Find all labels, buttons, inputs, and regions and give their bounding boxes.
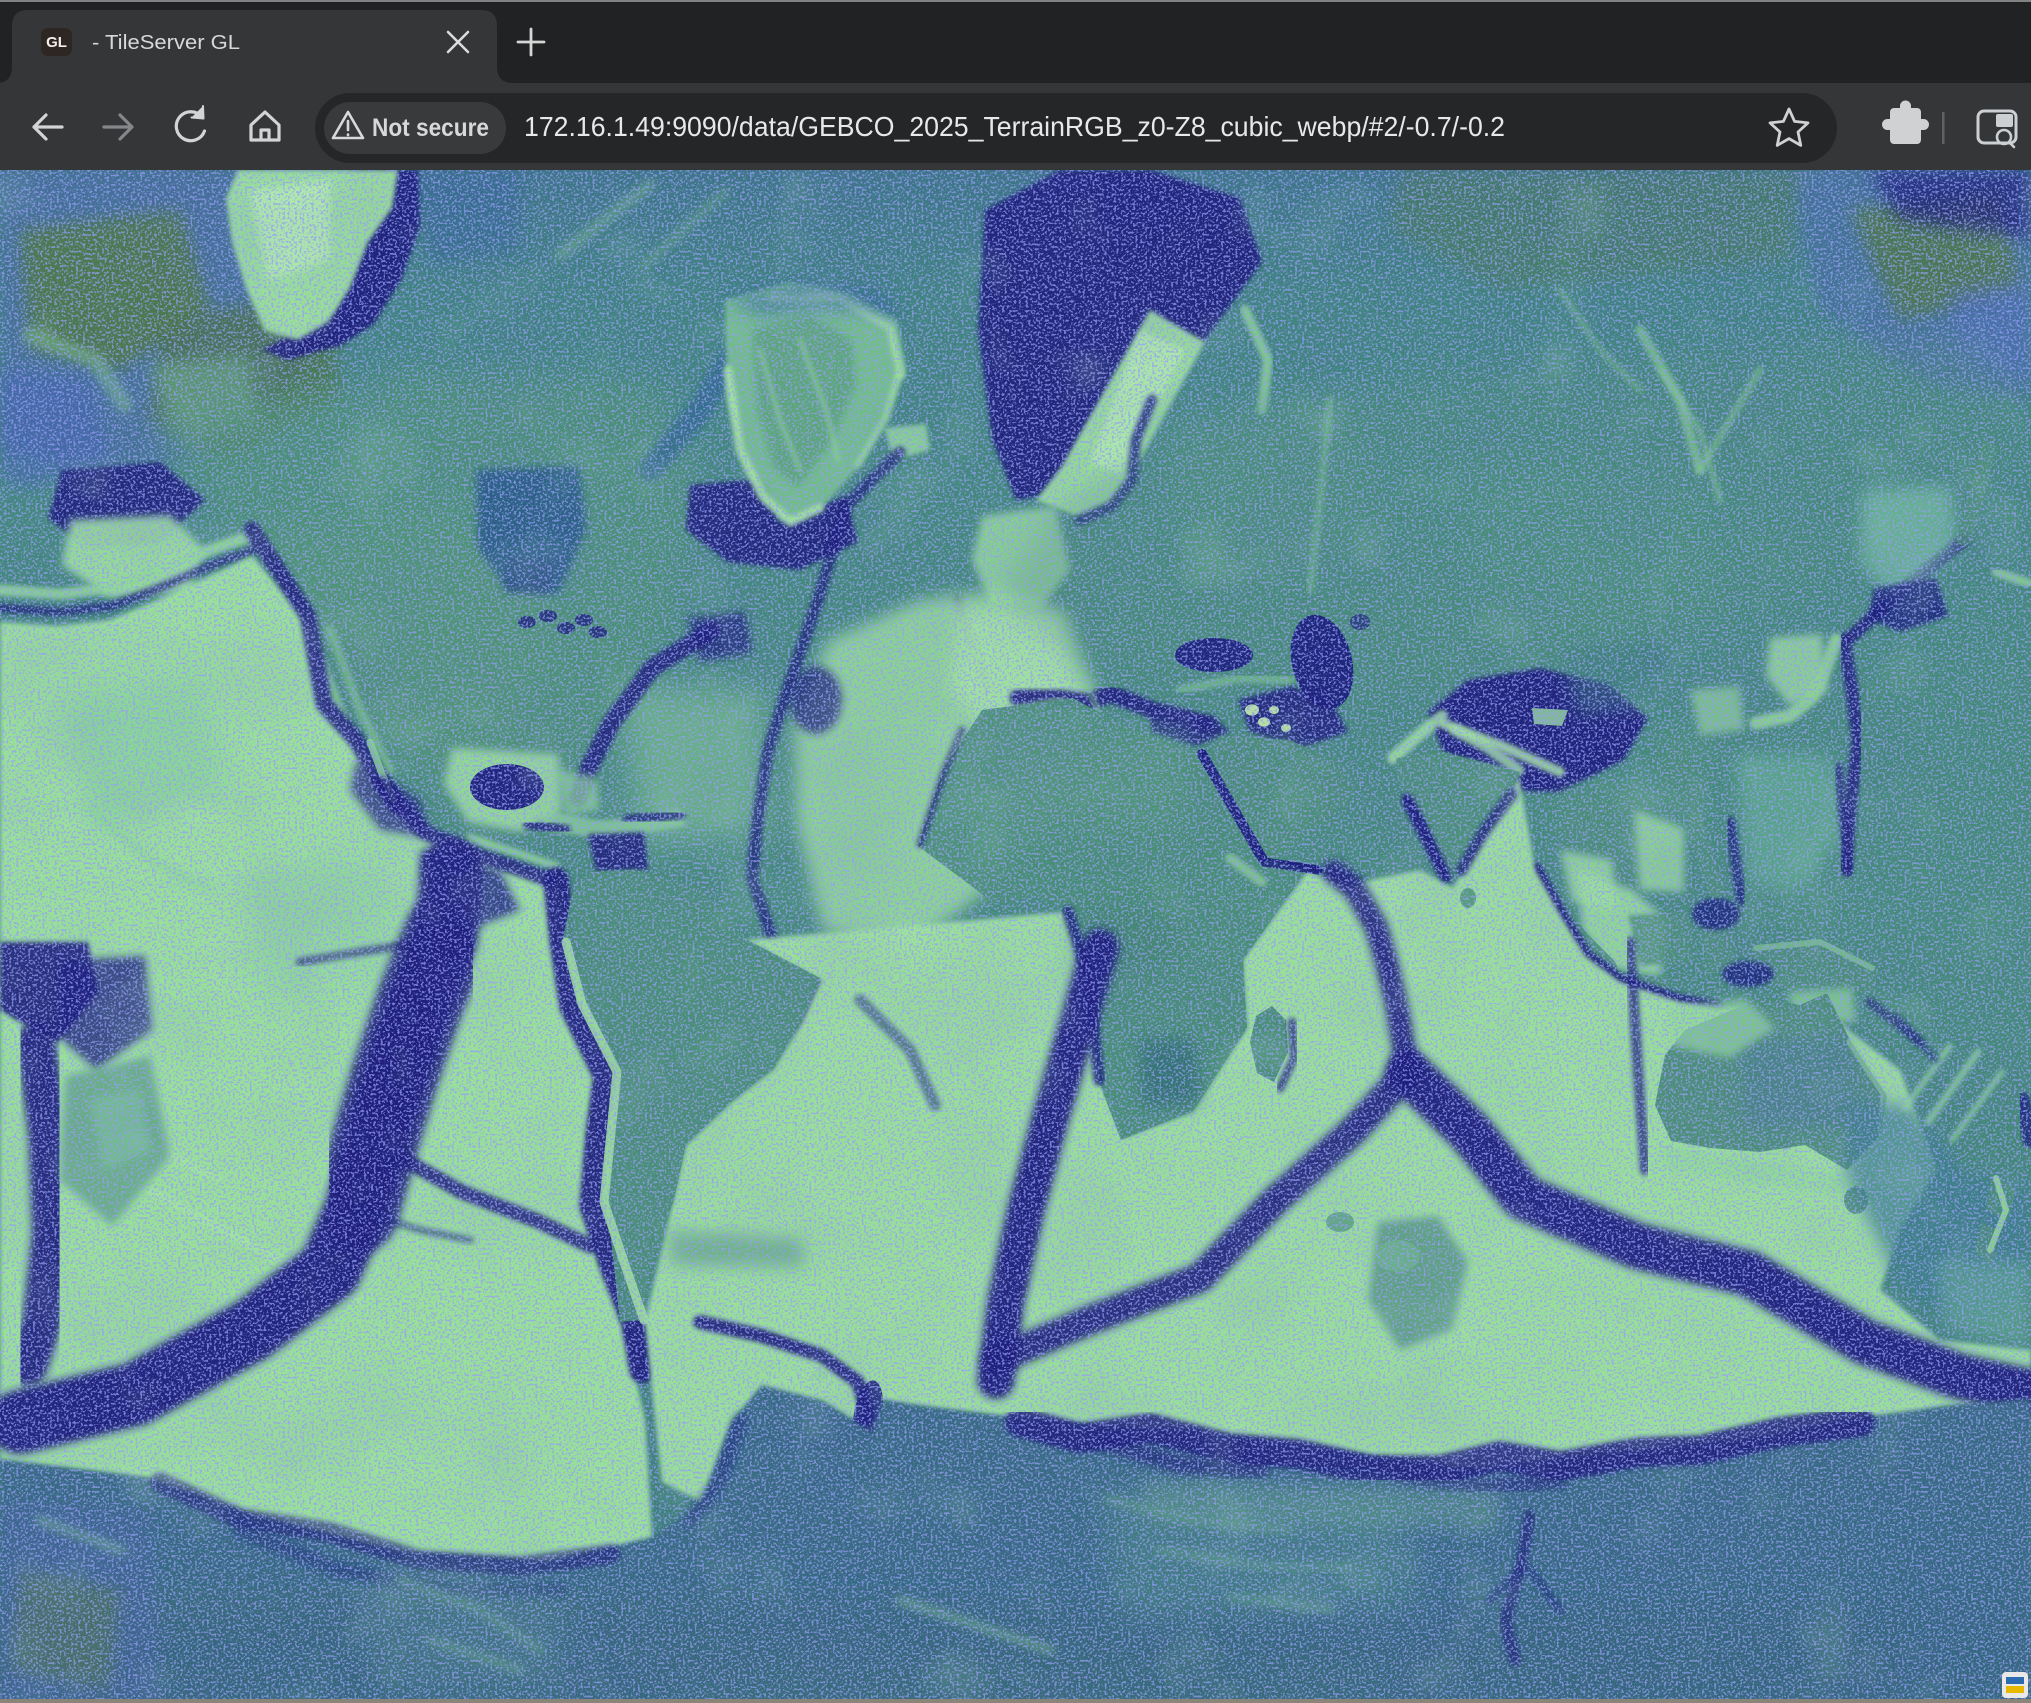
svg-text:172.16.1.49:9090/data/GEBCO_20: 172.16.1.49:9090/data/GEBCO_2025_Terrain… (524, 111, 1505, 142)
svg-text:GL: GL (46, 34, 67, 51)
svg-text:Not secure: Not secure (372, 114, 489, 142)
svg-text:- TileServer GL: - TileServer GL (92, 32, 240, 54)
